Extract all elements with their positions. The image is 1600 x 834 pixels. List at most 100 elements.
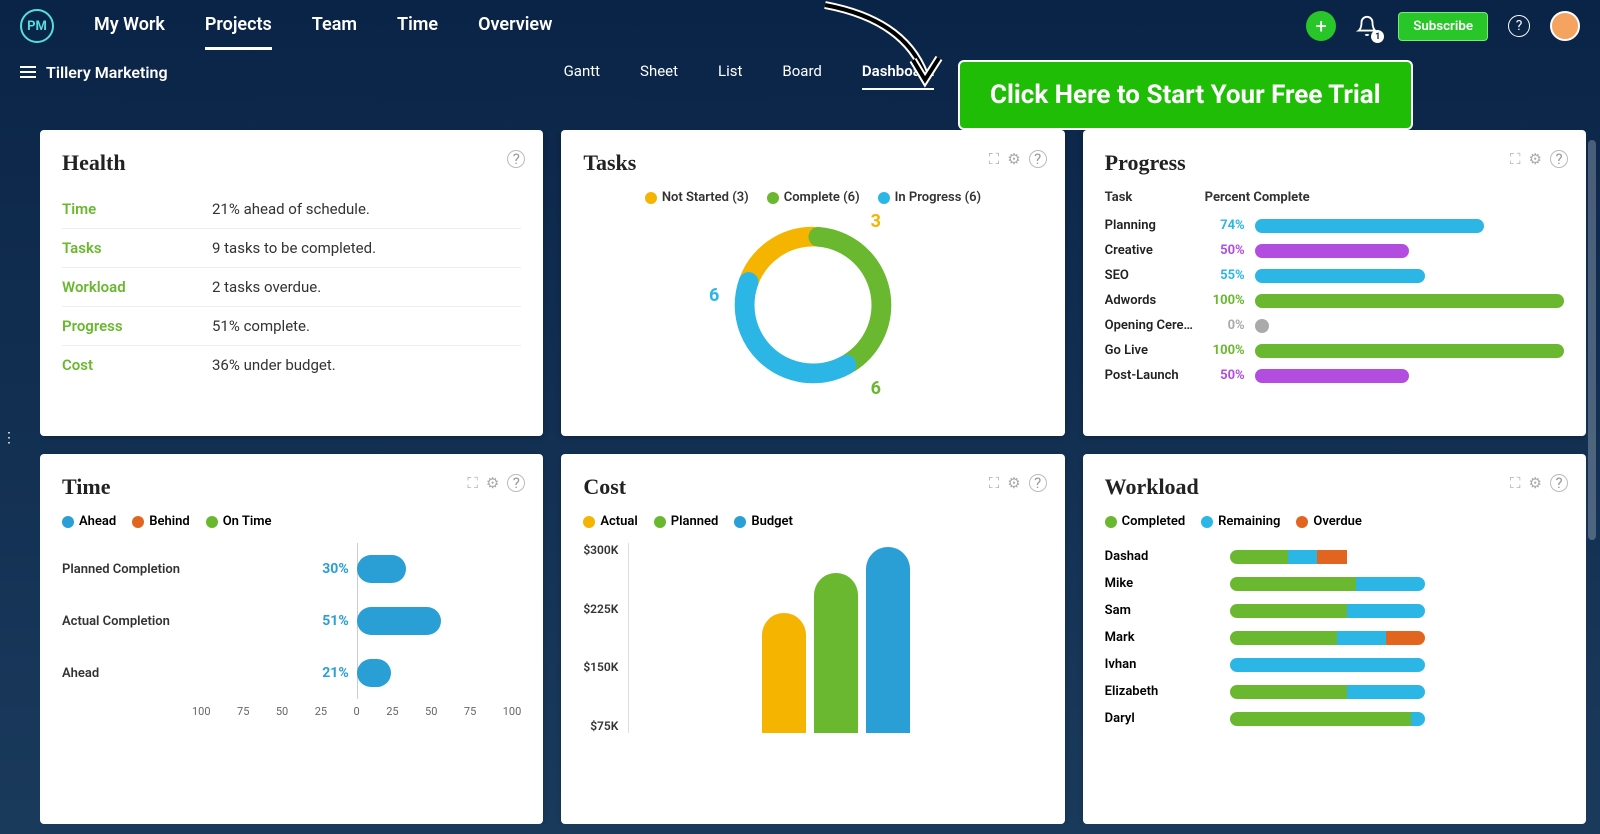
legend-item: Not Started (3)	[645, 190, 749, 205]
gear-icon[interactable]: ⚙	[1529, 150, 1542, 168]
health-row: Workload2 tasks overdue.	[62, 268, 521, 307]
card-title: Progress	[1105, 150, 1564, 176]
legend-item: Complete (6)	[767, 190, 860, 205]
top-nav: PM My Work Projects Team Time Overview + 1 S…	[0, 0, 1600, 52]
card-title: Tasks	[583, 150, 1042, 176]
health-value: 51% complete.	[212, 317, 310, 335]
nav-team[interactable]: Team	[312, 2, 357, 50]
card-title: Health	[62, 150, 521, 176]
expand-icon[interactable]: ⛶	[989, 150, 1000, 168]
progress-row: Post-Launch50%	[1105, 363, 1564, 388]
time-row: Actual Completion51%	[62, 595, 521, 647]
workload-row: Mike	[1105, 570, 1564, 597]
nav-overview[interactable]: Overview	[478, 2, 552, 50]
legend-item: On Time	[206, 514, 272, 529]
legend-item: Completed	[1105, 514, 1186, 529]
legend-item: Overdue	[1296, 514, 1362, 529]
resize-handle-icon[interactable]: ⋮	[2, 430, 16, 446]
subscribe-button[interactable]: Subscribe	[1398, 12, 1488, 41]
project-title: Tillery Marketing	[46, 63, 168, 82]
health-value: 21% ahead of schedule.	[212, 200, 370, 218]
progress-row: Adwords100%	[1105, 288, 1564, 313]
workload-row: Elizabeth	[1105, 678, 1564, 705]
legend-item: Behind	[132, 514, 189, 529]
expand-icon[interactable]: ⛶	[989, 474, 1000, 492]
health-row: Cost36% under budget.	[62, 346, 521, 384]
workload-card: ⛶ ⚙ ? Workload Completed Remaining Overdue…	[1083, 454, 1586, 824]
workload-row: Sam	[1105, 597, 1564, 624]
legend-item: Planned	[654, 514, 719, 529]
menu-icon[interactable]	[20, 66, 36, 78]
card-title: Workload	[1105, 474, 1564, 500]
help-icon[interactable]: ?	[1029, 474, 1047, 492]
gear-icon[interactable]: ⚙	[1007, 150, 1020, 168]
col-header: Task	[1105, 190, 1205, 205]
donut-label: 3	[871, 211, 881, 232]
help-icon[interactable]: ?	[1504, 11, 1534, 41]
gear-icon[interactable]: ⚙	[1529, 474, 1542, 492]
logo[interactable]: PM	[20, 9, 54, 43]
progress-card: ⛶ ⚙ ? Progress TaskPercent Complete Plan…	[1083, 130, 1586, 436]
tab-board[interactable]: Board	[782, 54, 821, 90]
tab-list[interactable]: List	[718, 54, 742, 90]
scrollbar[interactable]	[1588, 140, 1596, 540]
expand-icon[interactable]: ⛶	[467, 474, 478, 492]
legend-item: In Progress (6)	[878, 190, 981, 205]
workload-row: Mark	[1105, 624, 1564, 651]
tab-dashboard[interactable]: Dashboard	[862, 54, 935, 90]
expand-icon[interactable]: ⛶	[1510, 150, 1521, 168]
donut-label: 6	[871, 378, 881, 399]
progress-row: Go Live100%	[1105, 338, 1564, 363]
tab-gantt[interactable]: Gantt	[564, 54, 600, 90]
nav-my-work[interactable]: My Work	[94, 2, 165, 50]
health-label: Tasks	[62, 239, 212, 257]
health-label: Time	[62, 200, 212, 218]
help-icon[interactable]: ?	[507, 150, 525, 168]
col-header: Percent Complete	[1205, 190, 1310, 205]
cost-bar	[762, 613, 806, 733]
health-value: 2 tasks overdue.	[212, 278, 321, 296]
workload-row: Ivhan	[1105, 651, 1564, 678]
legend-item: Ahead	[62, 514, 116, 529]
health-row: Progress51% complete.	[62, 307, 521, 346]
legend-item: Remaining	[1201, 514, 1280, 529]
help-icon[interactable]: ?	[507, 474, 525, 492]
expand-icon[interactable]: ⛶	[1510, 474, 1521, 492]
card-title: Cost	[583, 474, 1042, 500]
tasks-card: ⛶ ⚙ ? Tasks Not Started (3) Complete (6) I…	[561, 130, 1064, 436]
cta-free-trial[interactable]: Click Here to Start Your Free Trial	[958, 60, 1413, 130]
cost-bar	[814, 573, 858, 733]
avatar[interactable]	[1550, 11, 1580, 41]
health-label: Cost	[62, 356, 212, 374]
progress-row: Opening Cere…0%	[1105, 313, 1564, 338]
time-row: Ahead21%	[62, 647, 521, 699]
notifications-icon[interactable]: 1	[1352, 11, 1382, 41]
donut-label: 6	[709, 285, 719, 306]
tab-sheet[interactable]: Sheet	[640, 54, 678, 90]
health-card: ? Health Time21% ahead of schedule. Tasks…	[40, 130, 543, 436]
nav-time[interactable]: Time	[397, 2, 438, 50]
main-nav: My Work Projects Team Time Overview	[94, 2, 552, 50]
progress-row: SEO55%	[1105, 263, 1564, 288]
legend-item: Budget	[734, 514, 793, 529]
dashboard-grid: ? Health Time21% ahead of schedule.Tasks…	[40, 130, 1586, 824]
cost-card: ⛶ ⚙ ? Cost ActualPlannedBudget $300K$225…	[561, 454, 1064, 824]
legend-item: Actual	[583, 514, 637, 529]
help-icon[interactable]: ?	[1550, 474, 1568, 492]
tasks-legend: Not Started (3) Complete (6) In Progress (…	[583, 190, 1042, 205]
health-label: Workload	[62, 278, 212, 296]
health-label: Progress	[62, 317, 212, 335]
workload-row: Dashad	[1105, 543, 1564, 570]
nav-projects[interactable]: Projects	[205, 2, 272, 50]
health-row: Time21% ahead of schedule.	[62, 190, 521, 229]
help-icon[interactable]: ?	[1029, 150, 1047, 168]
add-button[interactable]: +	[1306, 11, 1336, 41]
gear-icon[interactable]: ⚙	[486, 474, 499, 492]
time-row: Planned Completion30%	[62, 543, 521, 595]
time-card: ⛶ ⚙ ? Time Ahead Behind On Time Planned Co…	[40, 454, 543, 824]
gear-icon[interactable]: ⚙	[1007, 474, 1020, 492]
card-title: Time	[62, 474, 521, 500]
health-value: 9 tasks to be completed.	[212, 239, 376, 257]
tasks-donut: 3 6 6	[723, 215, 903, 395]
help-icon[interactable]: ?	[1550, 150, 1568, 168]
